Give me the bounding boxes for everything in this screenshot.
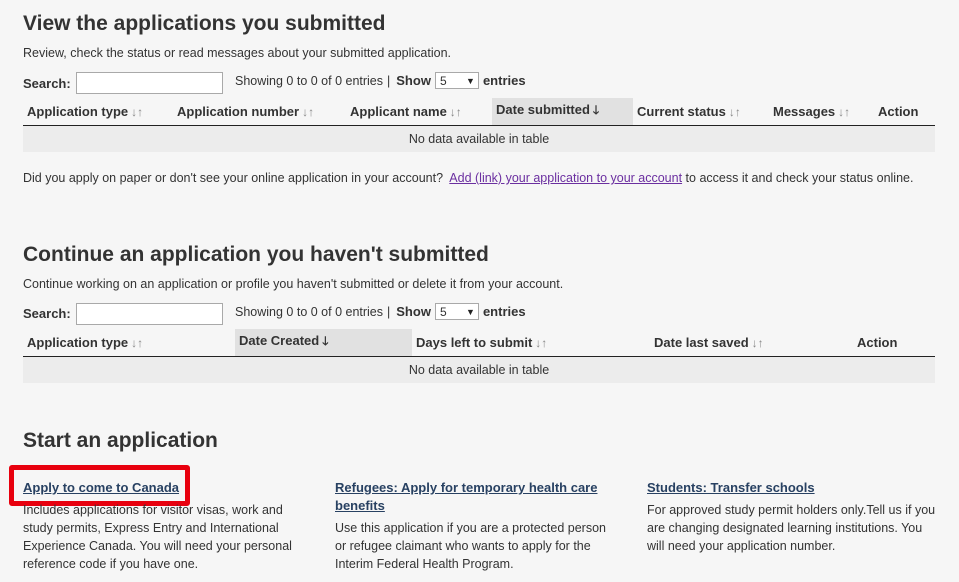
card-description: For approved study permit holders only.T… — [647, 503, 936, 553]
unsubmitted-search-input[interactable] — [76, 303, 223, 325]
col-applicant-name[interactable]: Applicant name ↓↑ — [346, 98, 492, 126]
students-transfer-schools-link[interactable]: Students: Transfer schools — [647, 480, 815, 495]
chevron-down-icon: ▼ — [466, 306, 475, 317]
col-current-status[interactable]: Current status ↓↑ — [633, 98, 769, 126]
sort-both-icon: ↓↑ — [449, 104, 462, 119]
sort-both-icon: ↓↑ — [535, 335, 548, 350]
page-size-value: 5 — [439, 73, 447, 88]
unsubmitted-title: Continue an application you haven't subm… — [23, 243, 489, 266]
unsubmitted-table-info: Showing 0 to 0 of 0 entries | Show 5 ▼ e… — [235, 303, 526, 320]
sort-both-icon: ↓↑ — [751, 335, 764, 350]
separator: | — [387, 304, 391, 319]
card-description: Use this application if you are a protec… — [335, 521, 606, 571]
submitted-page-size-select[interactable]: 5 ▼ — [434, 72, 479, 89]
unsubmitted-table: Application type ↓↑ Date Created 🡓 Days le… — [23, 329, 935, 383]
col-messages[interactable]: Messages ↓↑ — [769, 98, 874, 126]
table-row: No data available in table — [23, 356, 935, 383]
submitted-search-input[interactable] — [76, 72, 223, 94]
card-apply-canada: Apply to come to Canada Includes applica… — [23, 479, 313, 573]
empty-table-message: No data available in table — [23, 125, 935, 152]
start-title: Start an application — [23, 429, 218, 452]
table-row: No data available in table — [23, 125, 935, 152]
empty-table-message: No data available in table — [23, 356, 935, 383]
submitted-description: Review, check the status or read message… — [23, 46, 452, 60]
sort-down-icon: 🡓 — [592, 102, 600, 117]
col-application-type[interactable]: Application type ↓↑ — [23, 329, 235, 357]
submitted-title: View the applications you submitted — [23, 12, 386, 35]
col-date-created[interactable]: Date Created 🡓 — [235, 329, 412, 357]
sort-both-icon: ↓↑ — [302, 104, 315, 119]
submitted-table: Application type ↓↑ Application number ↓↑ … — [23, 98, 935, 152]
refugees-health-benefits-link[interactable]: Refugees: Apply for temporary health car… — [335, 480, 597, 513]
submitted-search-label: Search: — [23, 76, 71, 91]
unsubmitted-search-label: Search: — [23, 306, 71, 321]
show-label: Show — [396, 304, 431, 319]
apply-to-come-to-canada-link[interactable]: Apply to come to Canada — [23, 480, 179, 495]
col-days-left[interactable]: Days left to submit ↓↑ — [412, 329, 650, 357]
table-header-row: Application type ↓↑ Application number ↓↑ … — [23, 98, 935, 126]
entries-label: entries — [482, 73, 526, 88]
card-refugees: Refugees: Apply for temporary health car… — [335, 479, 620, 573]
col-date-last-saved[interactable]: Date last saved ↓↑ — [650, 329, 853, 357]
col-action: Action — [874, 98, 935, 126]
card-description: Includes applications for visitor visas,… — [23, 503, 292, 571]
unsubmitted-description: Continue working on an application or pr… — [23, 277, 564, 291]
sort-both-icon: ↓↑ — [131, 335, 144, 350]
show-label: Show — [396, 73, 431, 88]
col-application-number[interactable]: Application number ↓↑ — [173, 98, 346, 126]
table-header-row: Application type ↓↑ Date Created 🡓 Days le… — [23, 329, 935, 357]
card-students: Students: Transfer schools For approved … — [647, 479, 937, 555]
submitted-showing-text: Showing 0 to 0 of 0 entries — [235, 73, 384, 88]
separator: | — [387, 73, 391, 88]
sort-down-icon: 🡓 — [322, 333, 329, 348]
submitted-table-info: Showing 0 to 0 of 0 entries | Show 5 ▼ e… — [235, 72, 526, 89]
sort-both-icon: ↓↑ — [728, 104, 741, 119]
entries-label: entries — [482, 304, 526, 319]
unsubmitted-page-size-select[interactable]: 5 ▼ — [434, 303, 479, 320]
paper-application-note: Did you apply on paper or don't see your… — [23, 171, 914, 185]
add-application-link[interactable]: Add (link) your application to your acco… — [449, 171, 682, 185]
page-size-value: 5 — [439, 304, 447, 319]
unsubmitted-showing-text: Showing 0 to 0 of 0 entries — [235, 304, 384, 319]
chevron-down-icon: ▼ — [466, 75, 475, 86]
col-action: Action — [853, 329, 935, 357]
sort-both-icon: ↓↑ — [131, 104, 144, 119]
sort-both-icon: ↓↑ — [838, 104, 851, 119]
col-application-type[interactable]: Application type ↓↑ — [23, 98, 173, 126]
col-date-submitted[interactable]: Date submitted 🡓 — [492, 98, 633, 126]
